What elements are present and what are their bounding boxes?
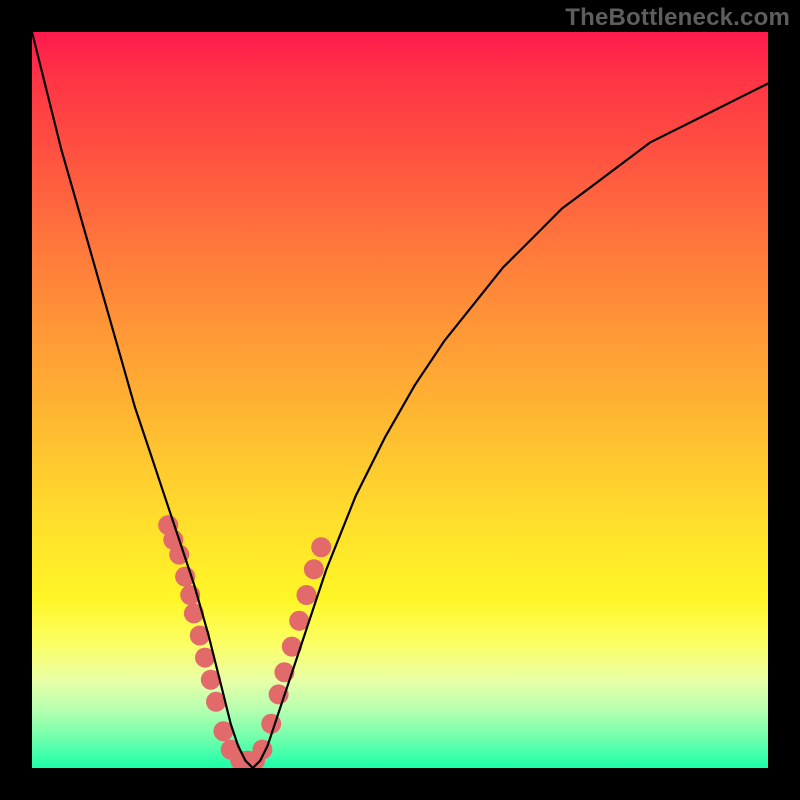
highlight-dot [304,559,324,579]
watermark-text: TheBottleneck.com [565,4,790,32]
chart-svg [32,32,768,768]
plot-area [32,32,768,768]
highlight-dot [297,585,317,605]
chart-frame: TheBottleneck.com [0,0,800,800]
highlight-dot [311,537,331,557]
bottleneck-curve [32,32,768,768]
